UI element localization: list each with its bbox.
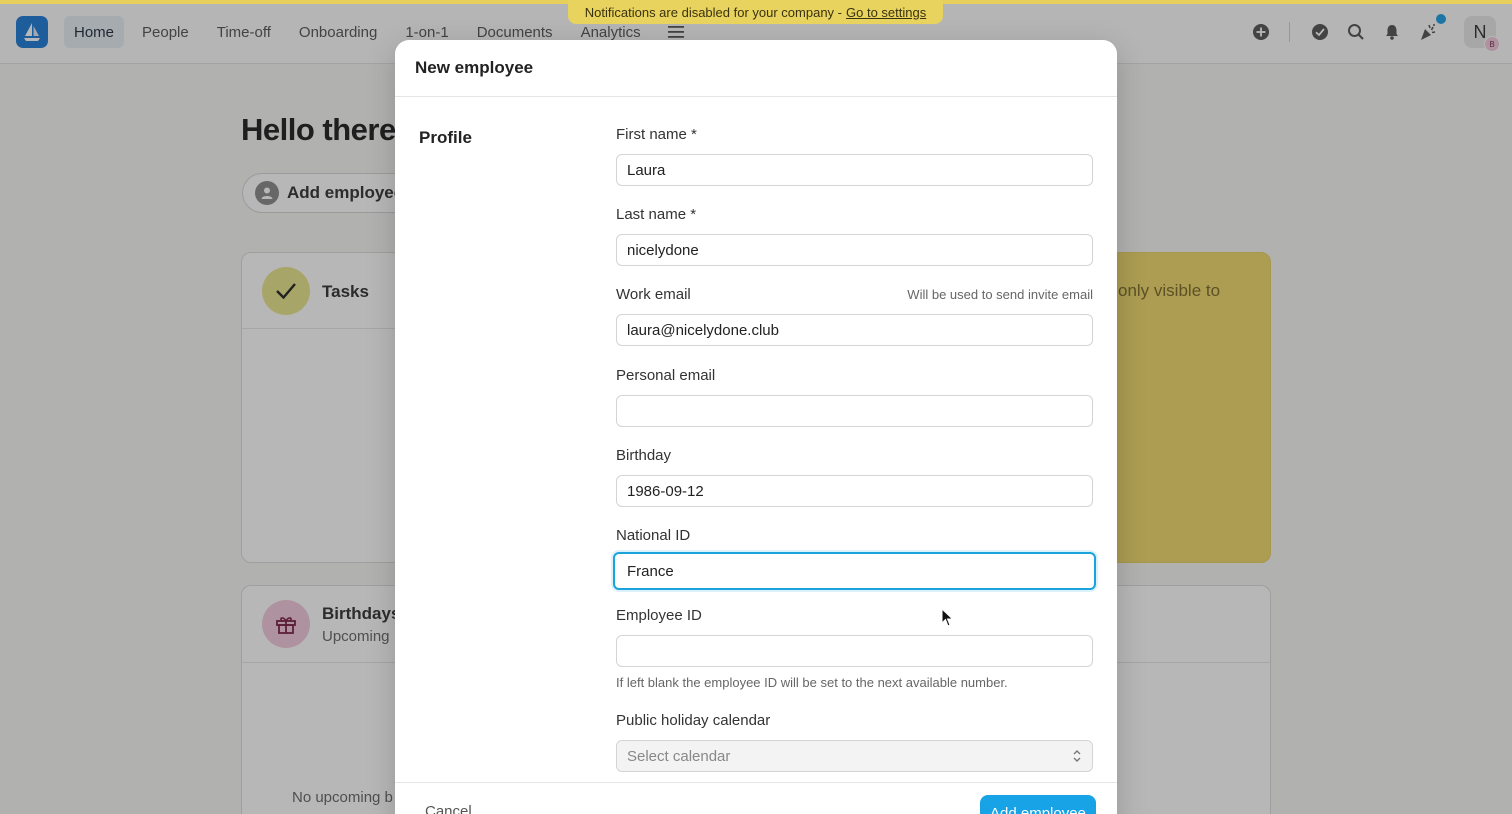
new-employee-modal: New employee Profile First name * Last n…	[395, 40, 1117, 814]
cancel-button[interactable]: Cancel	[425, 803, 472, 814]
work-email-group: Work email Will be used to send invite e…	[616, 284, 1093, 346]
birthday-group: Birthday	[616, 445, 1093, 507]
personal-email-label: Personal email	[616, 366, 716, 384]
birthday-label: Birthday	[616, 446, 672, 464]
last-name-label: Last name *	[616, 205, 697, 223]
national-id-label: National ID	[616, 526, 691, 544]
first-name-group: First name *	[616, 124, 1093, 186]
mouse-cursor-icon	[941, 608, 954, 627]
employee-id-help: If left blank the employee ID will be se…	[616, 675, 1008, 690]
last-name-input[interactable]	[616, 234, 1093, 266]
profile-section-label: Profile	[419, 128, 472, 147]
employee-id-group: Employee ID If left blank the employee I…	[616, 605, 1093, 690]
work-email-input[interactable]	[616, 314, 1093, 346]
birthday-input[interactable]	[616, 475, 1093, 507]
holiday-calendar-select[interactable]: Select calendar	[616, 740, 1093, 772]
holiday-calendar-label: Public holiday calendar	[616, 711, 771, 729]
employee-id-input[interactable]	[616, 635, 1093, 667]
work-email-label: Work email	[616, 285, 691, 303]
banner-text: Notifications are disabled for your comp…	[584, 4, 842, 20]
holiday-calendar-group: Public holiday calendar Select calendar	[616, 710, 1093, 772]
national-id-input[interactable]	[613, 552, 1096, 590]
personal-email-group: Personal email	[616, 365, 1093, 427]
employee-id-label: Employee ID	[616, 606, 702, 624]
modal-title: New employee	[395, 40, 1117, 97]
chevron-up-down-icon	[1073, 750, 1081, 762]
notifications-banner: Notifications are disabled for your comp…	[568, 0, 943, 24]
national-id-group: National ID	[613, 525, 1096, 590]
holiday-calendar-placeholder: Select calendar	[627, 747, 731, 765]
first-name-label: First name *	[616, 125, 697, 143]
work-email-hint: Will be used to send invite email	[907, 286, 1093, 302]
first-name-input[interactable]	[616, 154, 1093, 186]
go-to-settings-link[interactable]: Go to settings	[846, 5, 926, 20]
personal-email-input[interactable]	[616, 395, 1093, 427]
modal-footer: Cancel Add employee	[395, 782, 1117, 814]
last-name-group: Last name *	[616, 204, 1093, 266]
add-employee-button[interactable]: Add employee	[980, 795, 1096, 814]
